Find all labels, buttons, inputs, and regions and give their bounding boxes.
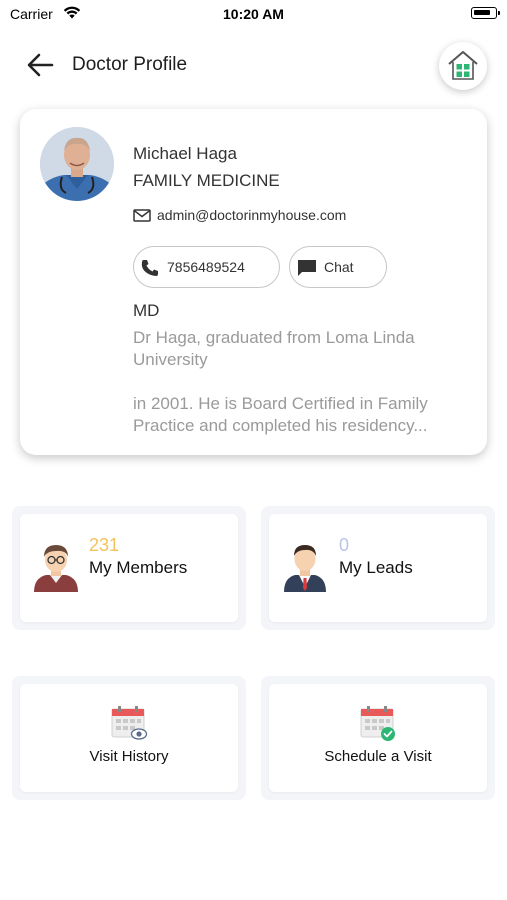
my-members-tile[interactable]: 231 My Members [20, 514, 238, 622]
doctor-profile-card: Michael Haga FAMILY MEDICINE admin@docto… [20, 109, 487, 455]
schedule-visit-label: Schedule a Visit [324, 748, 432, 765]
members-label: My Members [89, 558, 188, 577]
leads-label: My Leads [339, 558, 413, 577]
doctor-degree: MD [133, 301, 160, 320]
home-icon [448, 51, 478, 80]
battery-icon [471, 7, 500, 19]
visit-history-label: Visit History [89, 748, 169, 765]
doctor-avatar [40, 127, 114, 201]
chat-button[interactable]: Chat [289, 246, 387, 288]
leads-count: 0 [339, 535, 350, 555]
home-button[interactable] [439, 42, 487, 90]
schedule-visit-tile-wrap: Schedule a Visit [261, 676, 495, 800]
my-members-tile-wrap: 231 My Members [12, 506, 246, 630]
doctor-specialty: FAMILY MEDICINE [133, 171, 280, 190]
back-button[interactable] [26, 52, 56, 78]
my-leads-tile[interactable]: 0 My Leads [269, 514, 487, 622]
my-leads-tile-wrap: 0 My Leads [261, 506, 495, 630]
phone-icon [141, 260, 158, 276]
page-title: Doctor Profile [72, 54, 188, 75]
clock: 10:20 AM [223, 6, 284, 22]
visit-history-button[interactable]: Visit History [20, 684, 238, 792]
schedule-visit-button[interactable]: Schedule a Visit [269, 684, 487, 792]
doctor-email[interactable]: admin@doctorinmyhouse.com [157, 207, 346, 223]
arrow-left-icon [27, 53, 54, 77]
phone-number: 7856489524 [167, 259, 245, 275]
calendar-eye-icon [111, 706, 148, 740]
chat-icon [298, 260, 316, 276]
calendar-check-icon [360, 706, 395, 741]
doctor-bio-line-2: in 2001. He is Board Certified in Family… [133, 394, 428, 435]
member-avatar-icon [34, 545, 78, 592]
doctor-bio-line-1: Dr Haga, graduated from Loma Linda Unive… [133, 328, 415, 369]
lead-avatar-icon [284, 545, 326, 592]
members-count: 231 [89, 535, 120, 555]
doctor-name: Michael Haga [133, 144, 237, 163]
chat-label: Chat [324, 259, 354, 275]
status-bar: Carrier 10:20 AM [0, 0, 507, 28]
call-button[interactable]: 7856489524 [133, 246, 280, 288]
visit-history-tile-wrap: Visit History [12, 676, 246, 800]
envelope-icon [133, 209, 151, 222]
